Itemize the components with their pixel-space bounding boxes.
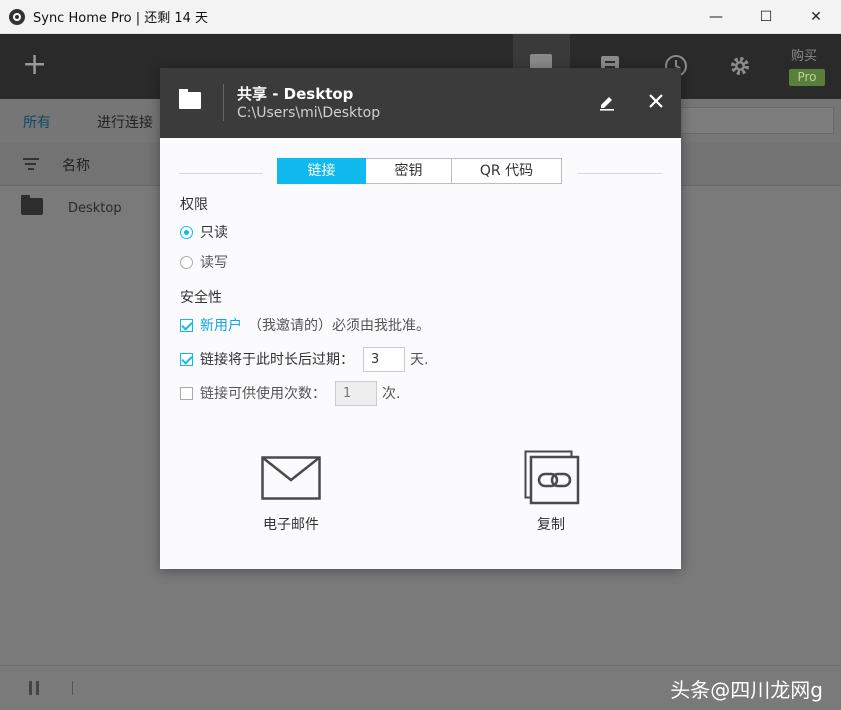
filter-connect[interactable]: 进行连接 [97, 112, 153, 132]
read-only-option[interactable]: 只读 [180, 224, 228, 241]
app-logo-icon [9, 8, 25, 25]
security-heading: 安全性 [180, 290, 222, 306]
new-user-approval-label: （我邀请的）必须由我批准。 [248, 318, 430, 334]
share-dialog-header: 共享 - Desktop C:\Users\mi\Desktop [160, 68, 681, 138]
minimize-button[interactable]: — [691, 0, 741, 34]
share-tabs: 链接 密钥 QR 代码 [277, 158, 562, 184]
status-divider [72, 681, 73, 695]
tabs-divider-left [179, 173, 263, 174]
folder-icon [179, 89, 201, 109]
close-icon[interactable] [645, 90, 667, 112]
edit-icon[interactable] [597, 92, 617, 112]
read-only-radio[interactable] [180, 225, 193, 239]
window-title: Sync Home Pro | 还剩 14 天 [33, 11, 209, 26]
uses-unit-label: 次. [382, 386, 401, 402]
permissions-heading: 权限 [180, 197, 208, 213]
read-write-radio[interactable] [180, 255, 193, 269]
tab-link[interactable]: 链接 [277, 158, 366, 184]
status-bar: 头条@四川龙网g [0, 665, 841, 710]
pro-badge[interactable]: Pro [789, 69, 825, 86]
uses-count-input[interactable]: 1 [335, 380, 377, 406]
column-header-name[interactable]: 名称 [62, 155, 90, 175]
tabs-divider-right [578, 173, 662, 174]
pause-icon[interactable] [29, 681, 41, 695]
window-controls: — ☐ ✕ [691, 0, 841, 34]
dialog-title: 共享 - Desktop [237, 85, 354, 103]
folder-path: C:\Users\mi\Desktop [237, 105, 381, 121]
link-uses-label: 链接可供使用次数： [200, 386, 326, 402]
settings-tab-button[interactable] [727, 54, 753, 80]
copy-link-icon[interactable] [524, 450, 580, 505]
tab-qr-code[interactable]: QR 代码 [452, 158, 562, 184]
expire-days-input[interactable]: 3 [363, 346, 405, 372]
link-expire-label: 链接将于此时长后过期： [200, 352, 354, 368]
watermark: 头条@四川龙网g [670, 678, 823, 702]
link-expire-checkbox[interactable] [180, 352, 193, 366]
link-uses-checkbox[interactable] [180, 386, 193, 400]
header-divider [223, 84, 224, 121]
share-dialog: 共享 - Desktop C:\Users\mi\Desktop 链接 密钥 Q… [160, 68, 681, 569]
filter-all[interactable]: 所有 [23, 112, 51, 132]
read-write-label: 读写 [200, 255, 228, 271]
email-button-label[interactable]: 电子邮件 [250, 514, 332, 534]
search-input[interactable] [680, 107, 834, 134]
link-uses-option[interactable]: 链接可供使用次数： 1 次. [180, 380, 401, 406]
maximize-button[interactable]: ☐ [741, 0, 791, 34]
sort-icon[interactable] [23, 158, 39, 170]
tab-key[interactable]: 密钥 [366, 158, 452, 184]
buy-label[interactable]: 购买 [791, 45, 817, 64]
read-only-label: 只读 [200, 225, 228, 241]
copy-button-label[interactable]: 复制 [510, 514, 592, 534]
new-user-approval-checkbox[interactable] [180, 318, 193, 332]
new-user-approval-option[interactable]: 新用户 （我邀请的）必须由我批准。 [180, 315, 430, 335]
link-expire-option[interactable]: 链接将于此时长后过期： 3 天. [180, 346, 429, 372]
read-write-option[interactable]: 读写 [180, 254, 228, 271]
new-user-link[interactable]: 新用户 [200, 315, 242, 335]
gear-icon [731, 57, 749, 75]
close-window-button[interactable]: ✕ [791, 0, 841, 34]
folder-icon [21, 195, 43, 215]
mail-icon[interactable] [261, 456, 321, 500]
expire-unit-label: 天. [410, 352, 429, 368]
add-folder-button[interactable]: + [22, 50, 47, 80]
list-item[interactable]: Desktop [68, 201, 122, 216]
window-titlebar: Sync Home Pro | 还剩 14 天 — ☐ ✕ [0, 0, 841, 34]
